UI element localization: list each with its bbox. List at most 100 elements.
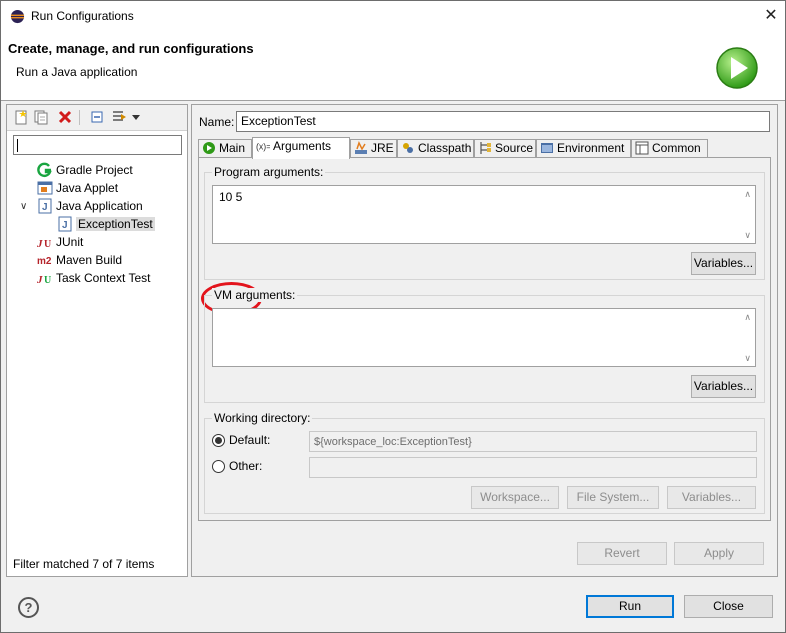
tab-environment[interactable]: Environment [536,139,631,158]
run-button[interactable]: Run [586,595,674,618]
filter-icon[interactable] [111,109,127,125]
program-arguments-group: Program arguments: 10 5 ∧ ∨ Variables... [204,165,765,280]
java-application-icon: J [38,198,52,214]
jre-tab-icon [355,140,367,154]
common-tab-icon [635,141,649,155]
workspace-button[interactable]: Workspace... [471,486,559,509]
duplicate-icon[interactable] [33,109,49,125]
svg-text:J: J [62,220,68,231]
vm-arguments-variables-button[interactable]: Variables... [691,375,756,398]
tab-label: Classpath [418,141,472,155]
tab-label: Source [495,141,534,155]
tree-item-exceptiontest[interactable]: J ExceptionTest [57,215,155,233]
tree-item-label: JUnit [56,235,84,249]
default-radio-label: Default: [229,433,271,447]
arguments-tab-icon: (x)= [256,141,270,151]
left-toolbar [7,105,187,131]
tab-label: Environment [557,141,625,155]
other-directory-radio[interactable] [212,460,225,473]
header-banner: Create, manage, and run configurations R… [1,32,785,101]
default-directory-field: ${workspace_loc:ExceptionTest} [309,431,757,452]
tree-item-java-applet[interactable]: Java Applet [37,179,118,197]
vm-arguments-group: VM arguments: ∧ ∨ Variables... [204,288,765,403]
view-menu-chevron-down-icon[interactable] [131,109,141,125]
filter-status-text: Filter matched 7 of 7 items [13,557,155,571]
tab-bar: Main (x)= Arguments JRE Classpath Source… [198,137,771,159]
tab-label: Arguments [273,139,332,153]
tab-arguments[interactable]: (x)= Arguments [252,137,350,159]
window-title: Run Configurations [31,9,134,23]
banner-subtitle: Run a Java application [16,65,138,79]
program-arguments-textarea[interactable]: 10 5 ∧ ∨ [212,185,756,244]
junit-icon: J U [37,238,51,250]
java-applet-icon [37,181,53,195]
svg-text:J: J [37,274,43,286]
run-large-icon [716,47,758,89]
tree-item-label: Java Applet [56,181,119,195]
text-caret [17,139,18,152]
tab-jre[interactable]: JRE [350,139,397,158]
tree-item-label: Java Application [56,199,143,213]
working-directory-label: Working directory: [212,411,313,425]
tab-classpath[interactable]: Classpath [397,139,474,158]
tree-item-label: Maven Build [56,253,123,267]
close-window-button[interactable]: ✕ [759,5,783,27]
close-button[interactable]: Close [684,595,773,618]
revert-button[interactable]: Revert [577,542,667,565]
tree-item-gradle-project[interactable]: Gradle Project [37,161,133,179]
tab-common[interactable]: Common [631,139,708,158]
gradle-icon [37,162,52,177]
working-directory-variables-button[interactable]: Variables... [667,486,756,509]
tree-item-maven-build[interactable]: m2 Maven Build [37,251,122,269]
scroll-up-icon[interactable]: ∧ [744,189,751,200]
arguments-tab-content: Program arguments: 10 5 ∧ ∨ Variables...… [198,157,771,521]
name-label: Name: [199,115,235,129]
svg-text:U: U [44,239,51,250]
filter-input[interactable] [13,135,182,155]
main-tab-icon [203,141,215,154]
program-arguments-label: Program arguments: [212,165,326,179]
file-system-button[interactable]: File System... [567,486,659,509]
svg-text:m2: m2 [37,256,52,267]
title-bar: Run Configurations ✕ [1,1,785,32]
tree-item-label: Gradle Project [56,163,133,177]
delete-icon[interactable] [57,109,73,125]
banner-title: Create, manage, and run configurations [8,41,254,56]
tree-item-java-application[interactable]: J Java Application [37,197,143,215]
tree-item-junit[interactable]: J U JUnit [37,233,83,251]
other-radio-label: Other: [229,459,263,473]
collapse-all-icon[interactable] [89,109,105,125]
configuration-editor-panel: Name: ExceptionTest Main (x)= Arguments … [191,104,778,577]
scroll-up-icon[interactable]: ∧ [744,312,751,323]
svg-text:J: J [42,202,48,213]
vm-arguments-label: VM arguments: [212,288,298,302]
help-icon[interactable]: ? [18,597,39,618]
task-context-icon: J U [37,274,51,286]
apply-button[interactable]: Apply [674,542,764,565]
run-configurations-dialog: Run Configurations ✕ Create, manage, and… [0,0,786,633]
tab-main[interactable]: Main [198,139,252,158]
svg-text:(x)=: (x)= [256,141,270,151]
working-directory-group: Working directory: Default: ${workspace_… [204,411,765,514]
classpath-tab-icon [403,142,413,153]
scroll-down-icon[interactable]: ∨ [744,230,751,241]
chevron-down-icon[interactable]: ∨ [20,201,27,212]
maven-icon: m2 [37,256,52,267]
default-directory-radio[interactable] [212,434,225,447]
tab-source[interactable]: Source [474,139,536,158]
java-class-icon: J [58,216,72,232]
svg-text:U: U [44,275,51,286]
vm-arguments-textarea[interactable]: ∧ ∨ [212,308,756,367]
environment-tab-icon [541,142,553,153]
new-configuration-icon[interactable] [13,109,29,125]
program-arguments-value: 10 5 [219,190,243,204]
tree-item-label: ExceptionTest [76,217,155,231]
program-arguments-variables-button[interactable]: Variables... [691,252,756,275]
other-directory-field[interactable] [309,457,757,478]
name-field[interactable]: ExceptionTest [236,111,770,132]
tab-label: JRE [371,141,394,155]
tree-item-task-context-test[interactable]: J U Task Context Test [37,269,151,287]
svg-text:J: J [37,238,43,250]
toolbar-separator [79,110,80,125]
scroll-down-icon[interactable]: ∨ [744,353,751,364]
